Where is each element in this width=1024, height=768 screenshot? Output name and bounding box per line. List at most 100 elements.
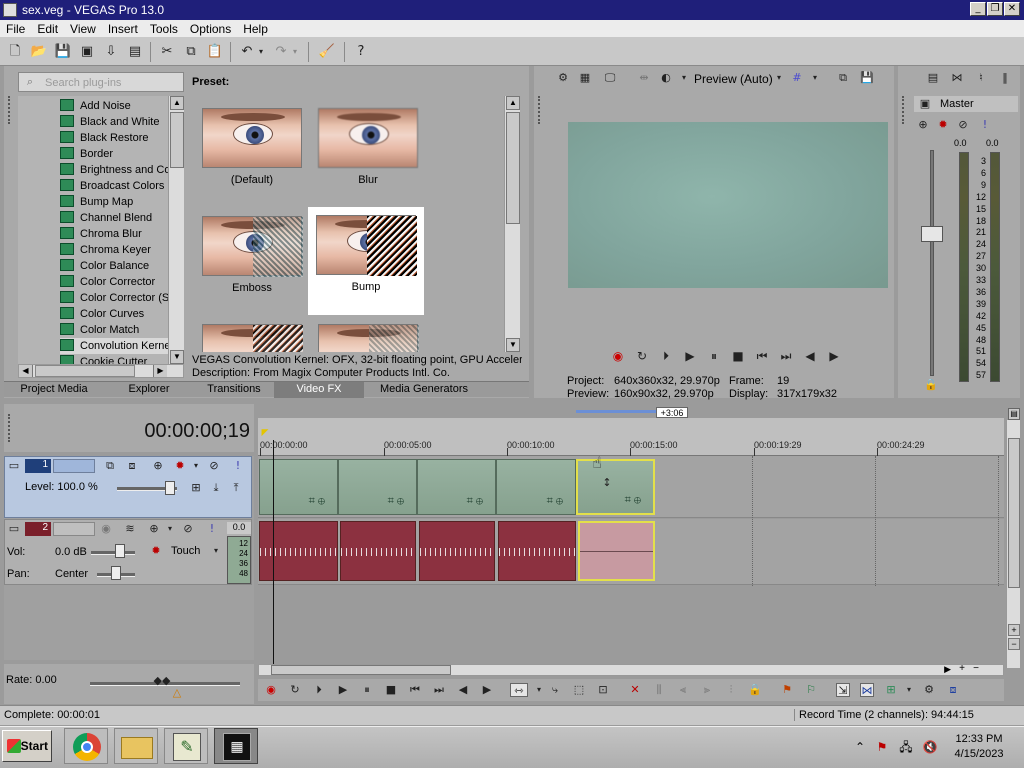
- envelope-icon[interactable]: ⤒: [229, 481, 243, 495]
- go-to-start-icon[interactable]: ⏮: [754, 349, 770, 363]
- automation-mode-dropdown[interactable]: Touch: [171, 545, 200, 557]
- master-fader-track[interactable]: [930, 150, 934, 376]
- scroll-left-icon[interactable]: ◀: [19, 365, 33, 377]
- record-icon[interactable]: ◉: [264, 683, 278, 697]
- zoom-in-icon[interactable]: +: [1008, 624, 1020, 636]
- taskbar-chrome[interactable]: [64, 728, 108, 764]
- taskbar-editor[interactable]: ✎: [164, 728, 208, 764]
- trim-start-icon[interactable]: ⫷: [676, 683, 690, 697]
- split-icon[interactable]: ⫶: [724, 683, 738, 697]
- bus-insert-icon[interactable]: ⊕: [916, 118, 930, 132]
- mute-icon[interactable]: ⊘: [181, 522, 195, 536]
- mixer-properties-icon[interactable]: ▤: [926, 71, 940, 85]
- solo-icon[interactable]: !: [231, 459, 245, 473]
- next-frame-icon[interactable]: ▶: [826, 349, 842, 363]
- volume-slider-knob[interactable]: [115, 544, 125, 558]
- save-icon[interactable]: 💾: [54, 43, 72, 61]
- dropdown-icon[interactable]: ▾: [772, 71, 786, 85]
- downmix-icon[interactable]: ⋈: [950, 71, 964, 85]
- plugin-item[interactable]: Broadcast Colors: [60, 178, 168, 194]
- plugin-item[interactable]: Color Balance: [60, 258, 168, 274]
- save-as-icon[interactable]: ▣: [78, 43, 96, 61]
- play-from-start-icon[interactable]: ⏵: [312, 683, 326, 697]
- menu-edit[interactable]: Edit: [31, 20, 64, 37]
- automation-icon[interactable]: ✹: [149, 544, 163, 558]
- audio-clip-selected[interactable]: [578, 521, 655, 581]
- plugin-item[interactable]: Border: [60, 146, 168, 162]
- new-file-icon[interactable]: 🗋: [6, 43, 24, 61]
- preset-emboss[interactable]: Emboss: [194, 208, 310, 316]
- plugin-item[interactable]: Brightness and Co: [60, 162, 168, 178]
- plugin-item[interactable]: Color Corrector (S: [60, 290, 168, 306]
- insert-region-icon[interactable]: ⚐: [804, 683, 818, 697]
- timeline-menu-icon[interactable]: ▤: [1008, 408, 1020, 420]
- tab-explorer[interactable]: Explorer: [104, 382, 194, 398]
- copy-icon[interactable]: ⧉: [182, 43, 200, 61]
- video-clip[interactable]: ⌗ ⊕: [259, 459, 338, 515]
- redo-dropdown-icon[interactable]: ▾: [290, 43, 300, 61]
- plugin-item[interactable]: Channel Blend: [60, 210, 168, 226]
- go-to-end-icon[interactable]: ⏭: [432, 683, 446, 697]
- close-button[interactable]: ✕: [1004, 2, 1020, 16]
- track-insert-icon[interactable]: ⊕: [147, 522, 161, 536]
- solo-icon[interactable]: !: [205, 522, 219, 536]
- plugin-item[interactable]: Black Restore: [60, 130, 168, 146]
- video-track-header[interactable]: ▭ 1 ⧉ ⧈ ⊕ ✹ ▾ ⊘ ! Level: 100.0 % ⊞ ⤓ ⤒: [4, 456, 252, 518]
- lock-icon[interactable]: 🔒: [748, 683, 762, 697]
- tab-project-media[interactable]: Project Media: [4, 382, 104, 398]
- preview-quality-icon[interactable]: ◐: [659, 71, 673, 85]
- track-motion-icon[interactable]: ⊕: [151, 459, 165, 473]
- dropdown-icon[interactable]: ▾: [677, 71, 691, 85]
- plugin-item[interactable]: Convolution Kerne: [60, 338, 168, 354]
- scroll-right-icon[interactable]: ▶: [944, 664, 951, 675]
- play-from-start-icon[interactable]: ⏵: [658, 349, 674, 363]
- taskbar-vegas-pro[interactable]: ▦: [214, 728, 258, 764]
- crop-pan-icon[interactable]: ⌗ ⊕: [625, 494, 641, 507]
- dropdown-icon[interactable]: ▾: [808, 71, 822, 85]
- volume-icon[interactable]: 🔇: [922, 739, 938, 755]
- panel-grip[interactable]: [8, 96, 12, 124]
- plugin-tree-hscroll-thumb[interactable]: [35, 365, 135, 377]
- track-name-field[interactable]: [53, 522, 95, 536]
- audio-clip[interactable]: [259, 521, 338, 581]
- preset-default[interactable]: (Default): [194, 100, 310, 208]
- auto-crossfade-icon[interactable]: ⊞: [884, 683, 898, 697]
- automation-icon[interactable]: ⤓: [209, 481, 223, 495]
- copy-snapshot-icon[interactable]: ⧉: [836, 71, 850, 85]
- ignore-event-grouping-icon[interactable]: ⧈: [946, 683, 960, 697]
- video-clip[interactable]: ⌗ ⊕: [417, 459, 496, 515]
- plugin-tree-scrollbar[interactable]: ▲ ▼: [168, 96, 184, 364]
- dim-output-icon[interactable]: ♮: [974, 71, 988, 85]
- dropdown-icon[interactable]: ▾: [209, 544, 223, 558]
- play-icon[interactable]: ▶: [682, 349, 698, 363]
- level-slider-knob[interactable]: [165, 481, 175, 495]
- show-hidden-icons-icon[interactable]: ⌃: [852, 739, 868, 755]
- open-folder-icon[interactable]: 📂: [30, 43, 48, 61]
- save-snapshot-icon[interactable]: 💾: [860, 71, 874, 85]
- timecode-display[interactable]: 00:00:00;19: [144, 420, 250, 443]
- track-minimize-icon[interactable]: ▭: [7, 459, 21, 473]
- crop-pan-icon[interactable]: ⌗ ⊕: [309, 495, 325, 508]
- maximize-button[interactable]: ❐: [987, 2, 1003, 16]
- previous-frame-icon[interactable]: ◀: [802, 349, 818, 363]
- overlays-icon[interactable]: #: [790, 71, 804, 85]
- timeline-vscrollbar[interactable]: + −: [1006, 420, 1020, 668]
- menu-help[interactable]: Help: [237, 20, 274, 37]
- preset-blur[interactable]: Blur: [310, 100, 426, 208]
- delete-icon[interactable]: ✕: [628, 683, 642, 697]
- dropdown-icon[interactable]: ▾: [189, 459, 203, 473]
- make-compositing-child-icon[interactable]: ⧈: [125, 459, 139, 473]
- fx-icon[interactable]: ✹: [936, 118, 950, 132]
- render-as-icon[interactable]: ⇩: [102, 43, 120, 61]
- zoom-in-icon[interactable]: +: [959, 663, 965, 674]
- zoom-out-icon[interactable]: −: [1008, 638, 1020, 650]
- crop-pan-icon[interactable]: ⌗ ⊕: [467, 495, 483, 508]
- solo-icon[interactable]: !: [978, 118, 992, 132]
- properties-icon[interactable]: ▤: [126, 43, 144, 61]
- audio-track-header[interactable]: ▭ 2 ◉ ≋ ⊕ ▾ ⊘ ! 0.0 Vol: 0.0 dB ✹ Touch …: [4, 519, 252, 585]
- scroll-up-icon[interactable]: ▲: [506, 96, 520, 110]
- trim-end-icon[interactable]: ⫸: [700, 683, 714, 697]
- previous-frame-icon[interactable]: ◀: [456, 683, 470, 697]
- pan-slider-knob[interactable]: [111, 566, 121, 580]
- arm-record-icon[interactable]: ◉: [99, 522, 113, 536]
